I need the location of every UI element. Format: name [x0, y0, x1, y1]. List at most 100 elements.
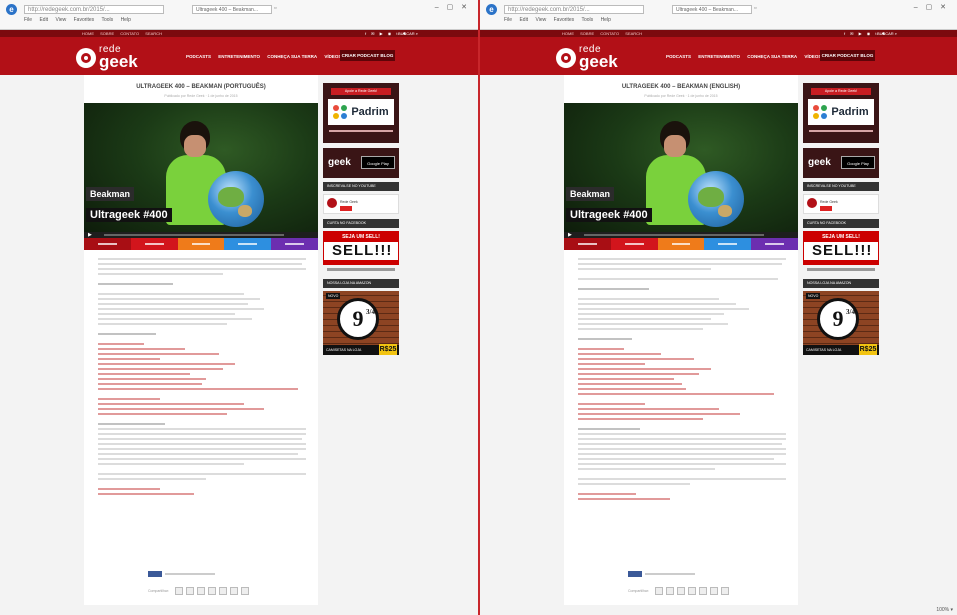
share-button-5[interactable] — [271, 238, 318, 250]
share-button-2[interactable] — [130, 238, 178, 250]
top-link-sobre[interactable]: SOBRE — [100, 31, 114, 36]
browser-logo-icon[interactable]: e — [6, 4, 17, 15]
browser-window-left: e http://redegeek.com.br/2015/... Ultrag… — [0, 0, 478, 615]
share-icon[interactable] — [175, 587, 184, 595]
google-play-badge[interactable]: Google Play — [361, 156, 395, 169]
share-icon[interactable] — [208, 587, 217, 595]
search-link[interactable]: BUSCAR ⌕ — [877, 31, 897, 36]
nav-videos[interactable]: VÍDEOS — [324, 54, 341, 59]
padrim-widget[interactable]: Apoie a Rede Geek! Padrim — [803, 83, 879, 143]
nav-conheca[interactable]: CONHEÇA SUA TERRA — [267, 54, 317, 59]
menu-favorites[interactable]: Favorites — [554, 17, 575, 23]
google-play-widget[interactable]: geek Google Play — [323, 148, 399, 178]
site-logo[interactable]: rede geek — [556, 45, 618, 70]
hero-video[interactable]: Beakman Ultrageek #400 ▶ — [564, 103, 798, 238]
address-bar[interactable]: http://redegeek.com.br/2015/... — [24, 5, 164, 14]
sidebar: Apoie a Rede Geek! Padrim geek Google Pl… — [803, 83, 879, 355]
menu-file[interactable]: File — [504, 17, 512, 23]
facebook-banner[interactable]: SEJA UM SELL! SELL!!! — [323, 231, 399, 265]
window-controls[interactable]: – ▢ ✕ — [914, 3, 949, 11]
share-button-1[interactable] — [564, 238, 611, 250]
search-link[interactable]: BUSCAR ⌕ — [398, 31, 418, 36]
window-controls[interactable]: – ▢ ✕ — [435, 3, 470, 11]
facebook-like-button[interactable] — [628, 571, 642, 577]
menu-edit[interactable]: Edit — [519, 17, 528, 23]
zoom-status[interactable]: 100% ▾ — [936, 607, 953, 613]
nav-entretenimento[interactable]: ENTRETENIMENTO — [698, 54, 740, 59]
share-icon[interactable] — [688, 587, 697, 595]
share-icon[interactable] — [710, 587, 719, 595]
share-icon[interactable] — [197, 587, 206, 595]
share-icon[interactable] — [219, 587, 228, 595]
share-button-1[interactable] — [84, 238, 131, 250]
menu-tools[interactable]: Tools — [101, 17, 113, 23]
padrim-banner[interactable]: Padrim — [328, 99, 394, 125]
nav-podcasts[interactable]: PODCASTS — [186, 54, 211, 59]
menu-edit[interactable]: Edit — [39, 17, 48, 23]
top-link-sobre[interactable]: SOBRE — [580, 31, 594, 36]
site-logo[interactable]: rede geek — [76, 45, 138, 70]
seek-bar[interactable] — [584, 234, 764, 236]
article: ULTRAGEEK 400 – BEAKMAN (PORTUGUÊS) Publ… — [84, 75, 318, 605]
browser-logo-icon[interactable]: e — [486, 4, 497, 15]
top-link-contato[interactable]: CONTATO — [600, 31, 619, 36]
share-button-3[interactable] — [177, 238, 225, 250]
nav-conheca[interactable]: CONHEÇA SUA TERRA — [747, 54, 797, 59]
facebook-like-button[interactable] — [148, 571, 162, 577]
menu-file[interactable]: File — [24, 17, 32, 23]
nav-create-button[interactable]: CRIAR PODCAST BLOG — [340, 50, 395, 61]
padrim-widget[interactable]: Apoie a Rede Geek! Padrim — [323, 83, 399, 143]
share-icon[interactable] — [721, 587, 730, 595]
youtube-subscribe-button[interactable] — [340, 206, 352, 211]
share-button-4[interactable] — [224, 238, 272, 250]
share-icon[interactable] — [655, 587, 664, 595]
nav-entretenimento[interactable]: ENTRETENIMENTO — [218, 54, 260, 59]
hero-video[interactable]: Beakman Ultrageek #400 ▶ — [84, 103, 318, 238]
new-tab-icon[interactable]: ▫ — [754, 5, 756, 12]
facebook-banner[interactable]: SEJA UM SELL! SELL!!! — [803, 231, 879, 265]
top-link-search[interactable]: SEARCH — [625, 31, 642, 36]
facebook-like-widget[interactable] — [628, 571, 695, 577]
platform-logo: 9 3/4 — [817, 298, 859, 340]
youtube-subscribe-card[interactable]: Rede Geek — [803, 194, 879, 214]
browser-tab[interactable]: Ultrageek 400 – Beakman... — [192, 5, 272, 14]
share-icon[interactable] — [677, 587, 686, 595]
google-play-widget[interactable]: geek Google Play — [803, 148, 879, 178]
share-button-4[interactable] — [704, 238, 752, 250]
share-button-3[interactable] — [657, 238, 705, 250]
padrim-banner[interactable]: Padrim — [808, 99, 874, 125]
top-link-contato[interactable]: CONTATO — [120, 31, 139, 36]
share-icon[interactable] — [230, 587, 239, 595]
share-button-5[interactable] — [751, 238, 798, 250]
nav-podcasts[interactable]: PODCASTS — [666, 54, 691, 59]
top-link-home[interactable]: HOME — [562, 31, 574, 36]
youtube-subscribe-card[interactable]: Rede Geek — [323, 194, 399, 214]
menu-help[interactable]: Help — [121, 17, 131, 23]
shop-banner[interactable]: NOVO 9 3/4 CAMISETAS NA LOJA R$25 — [803, 291, 879, 355]
address-bar[interactable]: http://redegeek.com.br/2015/... — [504, 5, 644, 14]
browser-tab[interactable]: Ultrageek 400 – Beakman... — [672, 5, 752, 14]
nav-create-button[interactable]: CRIAR PODCAST BLOG — [820, 50, 875, 61]
youtube-subscribe-button[interactable] — [820, 206, 832, 211]
new-tab-icon[interactable]: ▫ — [274, 5, 276, 12]
top-link-home[interactable]: HOME — [82, 31, 94, 36]
site-header: rede geek PODCASTS ENTRETENIMENTO CONHEÇ… — [0, 37, 478, 75]
shop-banner[interactable]: NOVO 9 3/4 CAMISETAS NA LOJA R$25 — [323, 291, 399, 355]
nav-videos[interactable]: VÍDEOS — [804, 54, 821, 59]
share-icon[interactable] — [186, 587, 195, 595]
facebook-like-widget[interactable] — [148, 571, 215, 577]
share-icon[interactable] — [699, 587, 708, 595]
top-link-search[interactable]: SEARCH — [145, 31, 162, 36]
menu-tools[interactable]: Tools — [581, 17, 593, 23]
menu-help[interactable]: Help — [601, 17, 611, 23]
menu-view[interactable]: View — [535, 17, 546, 23]
platform-fraction: 3/4 — [366, 308, 375, 316]
share-icon[interactable] — [241, 587, 250, 595]
padrim-logo-icon — [813, 105, 828, 119]
share-button-2[interactable] — [610, 238, 658, 250]
share-icon[interactable] — [666, 587, 675, 595]
menu-view[interactable]: View — [55, 17, 66, 23]
google-play-badge[interactable]: Google Play — [841, 156, 875, 169]
menu-favorites[interactable]: Favorites — [74, 17, 95, 23]
seek-bar[interactable] — [104, 234, 284, 236]
